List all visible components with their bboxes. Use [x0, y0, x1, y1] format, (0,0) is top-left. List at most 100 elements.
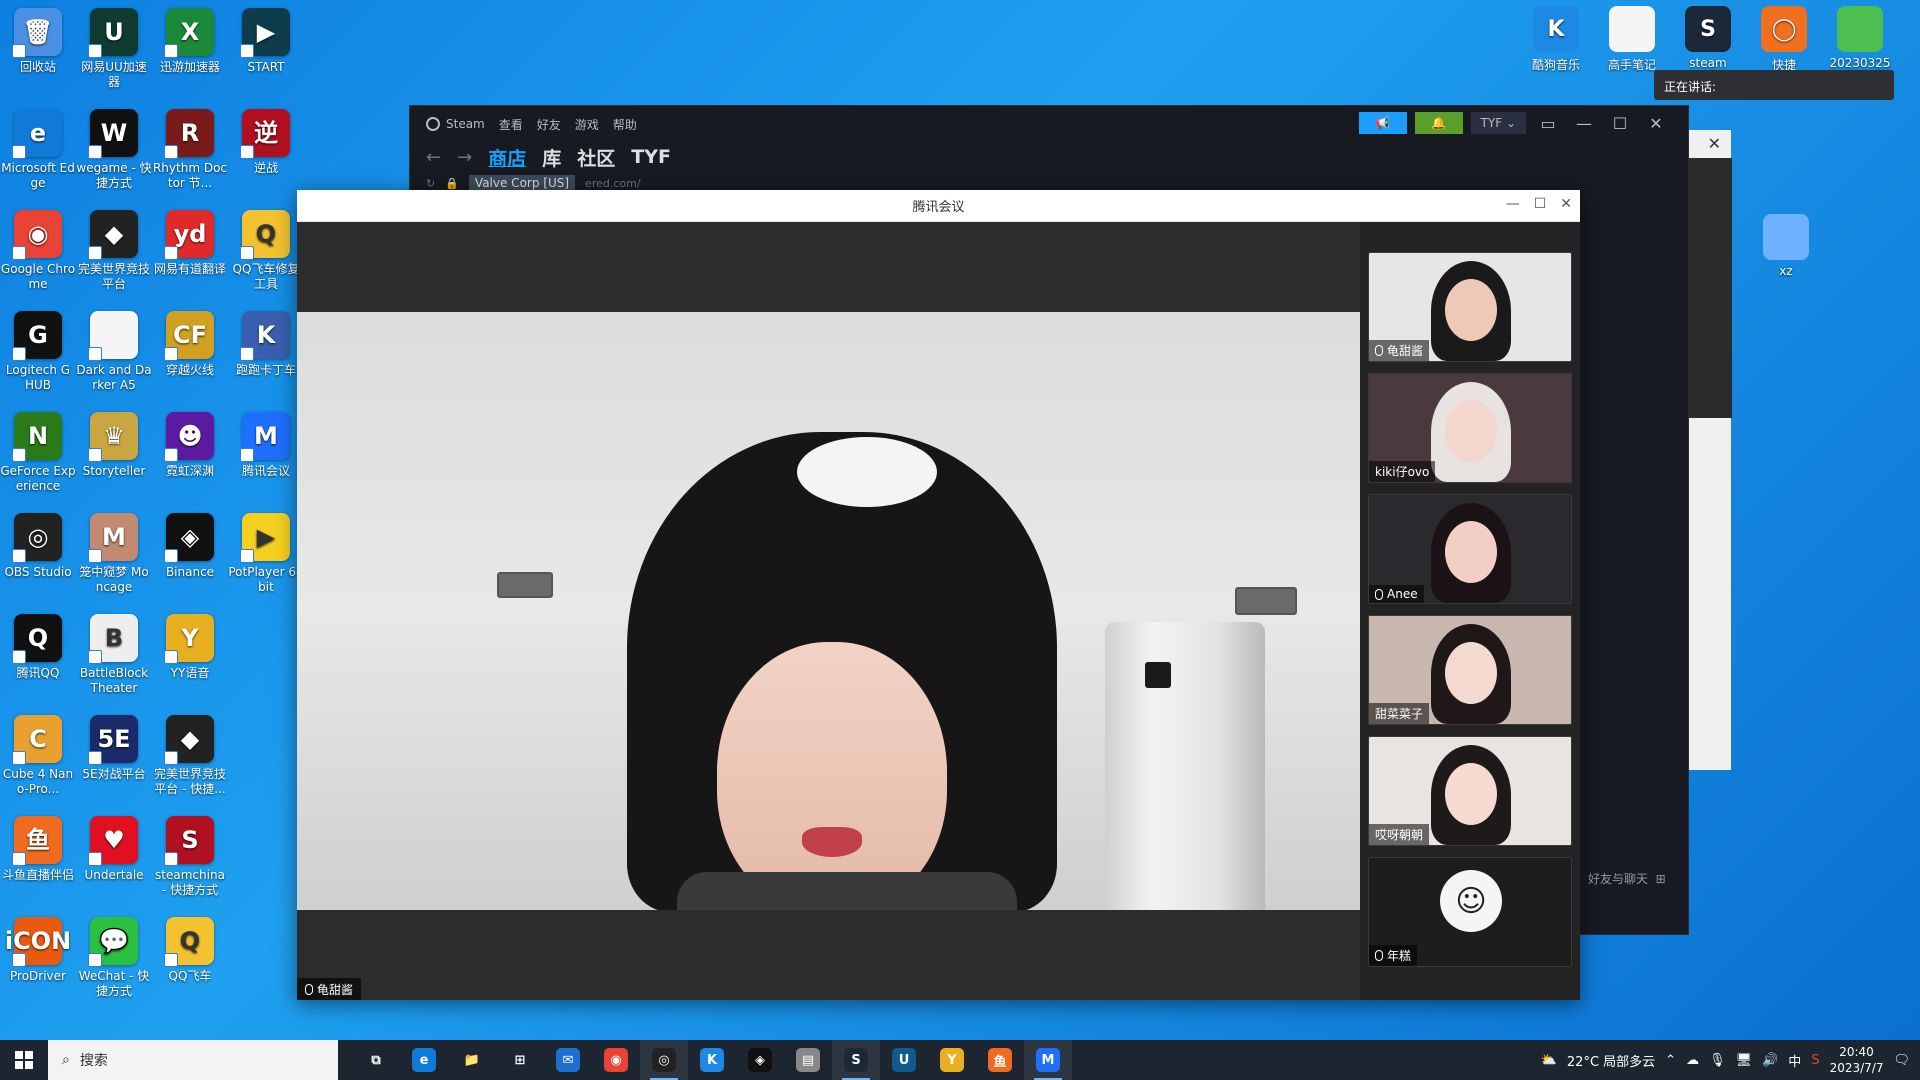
taskbar-app-chrome[interactable]: ◉ [592, 1040, 640, 1080]
taskbar-app-yy[interactable]: Y [928, 1040, 976, 1080]
desktop-icon[interactable]: K 跑跑卡丁车 [228, 307, 304, 378]
desktop-icon[interactable]: K 酷狗音乐 [1520, 0, 1592, 73]
minimize-icon[interactable]: — [1506, 196, 1520, 212]
taskbar-app-kugou[interactable]: K [688, 1040, 736, 1080]
desktop-icon[interactable]: B BattleBlock Theater [76, 610, 152, 696]
desktop-icon[interactable]: ◆ 完美世界竞技平台 - 快捷... [152, 711, 228, 797]
friends-chat-button[interactable]: 好友与聊天 ⊞ [1588, 870, 1666, 887]
tab-store[interactable]: 商店 [488, 144, 526, 171]
desktop-icon[interactable]: 逆逆战 [228, 105, 304, 176]
tab-community[interactable]: 社区 [577, 144, 615, 171]
forward-arrow-icon[interactable]: → [457, 147, 472, 168]
notification-icon[interactable]: 🗨 [1893, 1053, 1910, 1068]
microphone-icon[interactable]: 🎙 [1709, 1053, 1726, 1068]
desktop-icon[interactable]: X 迅游加速器 [152, 4, 228, 75]
close-icon[interactable]: ✕ [1560, 196, 1572, 212]
tab-library[interactable]: 库 [542, 144, 561, 171]
close-icon[interactable]: ✕ [1642, 114, 1670, 133]
ime-indicator[interactable]: 中 [1788, 1051, 1801, 1070]
desktop-icon[interactable]: Q 腾讯QQ [0, 610, 76, 681]
taskbar-app-ms-store[interactable]: ⊞ [496, 1040, 544, 1080]
desktop-icon[interactable]: R Rhythm Doctor 节... [152, 105, 228, 191]
steam-menu-item-view[interactable]: 查看 [499, 116, 523, 133]
reload-icon[interactable]: ↻ [426, 177, 435, 190]
steam-menu-item-help[interactable]: 帮助 [613, 116, 637, 133]
taskbar-app-tencent-meeting[interactable]: M [1024, 1040, 1072, 1080]
desktop-icon[interactable]: iCON ProDriver [0, 913, 76, 984]
desktop-icon[interactable]: 5E 5E对战平台 [76, 711, 152, 782]
taskbar-app-obs[interactable]: ◎ [640, 1040, 688, 1080]
desktop-icon[interactable]: C Cube 4 Nano-Pro... [0, 711, 76, 797]
broadcast-button[interactable]: 📢 [1358, 112, 1407, 134]
desktop-icon[interactable]: 鱼斗鱼直播伴侣 [0, 812, 76, 883]
maximize-icon[interactable]: ☐ [1606, 114, 1634, 133]
desktop-icon[interactable]: ◯ 快捷 [1748, 0, 1820, 73]
certificate-badge[interactable]: Valve Corp [US] [468, 175, 576, 191]
desktop-icon-xz[interactable]: xz [1750, 208, 1822, 278]
start-button[interactable] [0, 1040, 48, 1080]
back-arrow-icon[interactable]: ← [426, 147, 441, 168]
desktop-icon[interactable]: ◉ Google Chrome [0, 206, 76, 292]
desktop-icon[interactable]: 🗑 回收站 [0, 4, 76, 75]
user-menu-button[interactable]: TYF ⌄ [1470, 112, 1526, 134]
participant-tile[interactable]: kiki仔ovo [1368, 373, 1572, 483]
desktop-icon[interactable]: M 笼中窥梦 Moncage [76, 509, 152, 595]
minimize-icon[interactable]: — [1570, 114, 1598, 133]
taskbar-app-steam[interactable]: S [832, 1040, 880, 1080]
steam-menu-item-steam[interactable]: Steam [426, 117, 485, 131]
desktop-icon[interactable]: yd 网易有道翻译 [152, 206, 228, 277]
desktop-icon[interactable]: Y YY语音 [152, 610, 228, 681]
weather-text[interactable]: 22°C 局部多云 [1567, 1051, 1655, 1070]
participant-tile[interactable]: 甜菜菜子 [1368, 615, 1572, 725]
desktop-icon[interactable]: N GeForce Experience [0, 408, 76, 494]
participant-tile[interactable]: Anee [1368, 494, 1572, 604]
desktop-icon[interactable]: Wwegame - 快捷方式 [76, 105, 152, 191]
taskbar-app-mail[interactable]: ✉ [544, 1040, 592, 1080]
main-video-feed[interactable] [297, 312, 1360, 910]
desktop-icon[interactable]: U 网易UU加速器 [76, 4, 152, 90]
notifications-button[interactable]: 🔔 [1414, 112, 1463, 134]
taskbar-app-notes[interactable]: ▤ [784, 1040, 832, 1080]
steam-menu-item-games[interactable]: 游戏 [575, 116, 599, 133]
desktop-icon[interactable]: CF 穿越火线 [152, 307, 228, 378]
tab-profile[interactable]: TYF [631, 146, 671, 168]
desktop-icon[interactable]: ◎ OBS Studio [0, 509, 76, 580]
sogou-icon[interactable]: S [1811, 1053, 1819, 1068]
volume-icon[interactable]: 🔊 [1762, 1053, 1778, 1068]
taskbar-app-task-view[interactable]: ⧉ [352, 1040, 400, 1080]
taskbar-app-edge[interactable]: e [400, 1040, 448, 1080]
desktop-icon[interactable]: ▶ PotPlayer 64 bit [228, 509, 304, 595]
desktop-icon[interactable]: Dark and Darker A5 [76, 307, 152, 393]
desktop-icon[interactable]: ☻ 霓虹深渊 [152, 408, 228, 479]
participant-tile[interactable]: 龟甜酱 [1368, 252, 1572, 362]
desktop-icon[interactable]: G Logitech G HUB [0, 307, 76, 393]
close-icon[interactable]: ✕ [1708, 134, 1721, 153]
desktop-icon[interactable]: Q QQ飞车修复工具 [228, 206, 304, 292]
taskbar-search[interactable]: ⌕ 搜索 [48, 1040, 338, 1080]
taskbar-app-uu[interactable]: U [880, 1040, 928, 1080]
participant-tile[interactable]: 哎呀朝朝 [1368, 736, 1572, 846]
desktop-icon[interactable]: ♥ Undertale [76, 812, 152, 883]
desktop-icon[interactable]: ♛ Storyteller [76, 408, 152, 479]
desktop-icon[interactable]: e Microsoft Edge [0, 105, 76, 191]
taskbar-app-douyu[interactable]: 鱼 [976, 1040, 1024, 1080]
desktop-icon[interactable]: ◈ Binance [152, 509, 228, 580]
steam-menu-item-friends[interactable]: 好友 [537, 116, 561, 133]
desktop-icon[interactable]: Ssteam [1672, 0, 1744, 70]
maximize-icon[interactable]: ☐ [1534, 196, 1547, 212]
desktop-icon[interactable]: Ssteamchina - 快捷方式 [152, 812, 228, 898]
chevron-up-icon[interactable]: ⌃ [1665, 1053, 1676, 1068]
big-picture-icon[interactable]: ▭ [1534, 114, 1562, 133]
taskbar-app-file-explorer[interactable]: 📁 [448, 1040, 496, 1080]
desktop-icon[interactable]: ▶ START [228, 4, 304, 75]
desktop-icon[interactable]: M 腾讯会议 [228, 408, 304, 479]
taskbar-app-binance[interactable]: ◈ [736, 1040, 784, 1080]
desktop-icon[interactable]: Q QQ飞车 [152, 913, 228, 984]
desktop-icon[interactable]: ◆ 完美世界竞技平台 [76, 206, 152, 292]
cloud-icon[interactable]: ☁ [1686, 1053, 1699, 1068]
network-icon[interactable]: 🖥 [1736, 1053, 1753, 1068]
participant-tile[interactable]: ☺ 年糕 [1368, 857, 1572, 967]
desktop-icon[interactable]: 💬 WeChat - 快捷方式 [76, 913, 152, 999]
clock[interactable]: 20:40 2023/7/7 [1830, 1044, 1884, 1076]
desktop-icon[interactable]: 高手笔记 [1596, 0, 1668, 73]
